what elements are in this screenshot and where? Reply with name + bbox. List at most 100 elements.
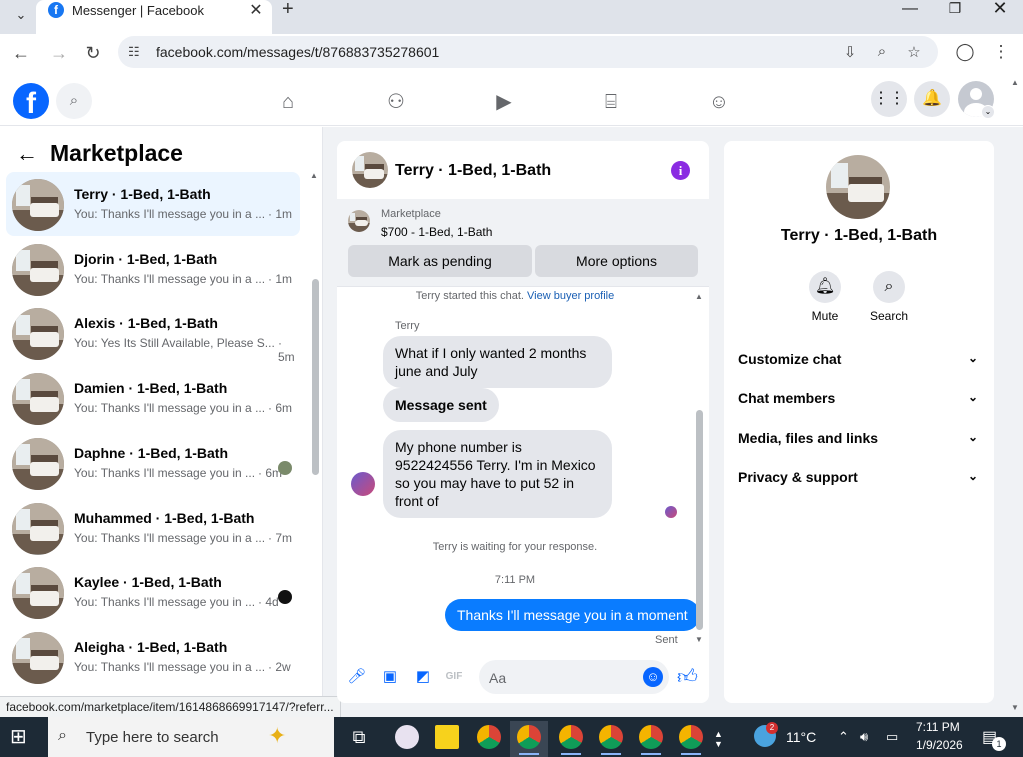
clock-date[interactable]: 1/9/2026 (916, 738, 963, 752)
mute-label: Mute (811, 309, 839, 323)
more-options-button[interactable]: More options (535, 245, 698, 277)
taskbar-chrome-profile-icon[interactable] (632, 721, 670, 757)
chat-scroll-up-icon[interactable]: ▲ (695, 292, 703, 301)
taskbar-search-placeholder: Type here to search (86, 729, 219, 746)
incoming-message-bubble[interactable]: What if I only wanted 2 months june and … (383, 336, 612, 388)
home-icon[interactable]: ⌂ (274, 88, 302, 116)
marketplace-icon[interactable]: ⌸ (597, 88, 625, 116)
page-scroll-up-icon[interactable]: ▲ (1011, 78, 1019, 87)
scroll-up-arrow-icon[interactable]: ▲ (310, 171, 318, 180)
conversation-item[interactable]: Kaylee · 1-Bed, 1-Bath You: Thanks I'll m… (6, 560, 300, 624)
incoming-message-bubble[interactable]: My phone number is 9522424556 Terry. I'm… (383, 430, 612, 518)
taskbar-chrome-profile-icon[interactable] (592, 721, 630, 757)
conversation-item[interactable]: Daphne · 1-Bed, 1-Bath You: Thanks I'll m… (6, 431, 300, 495)
conversation-preview: You: Thanks I'll message you in ... (74, 465, 256, 480)
mute-button[interactable]: 🔔︎ Mute (800, 271, 850, 323)
taskbar-app-paint[interactable] (388, 721, 426, 757)
taskbar-chrome-profile-icon[interactable] (672, 721, 710, 757)
customize-chat-row[interactable]: Customize chat ⌄ (738, 351, 980, 375)
conversation-item[interactable]: Terry · 1-Bed, 1-Bath You: Thanks I'll me… (6, 172, 300, 236)
details-avatar[interactable] (826, 155, 890, 219)
sender-avatar[interactable] (351, 472, 375, 496)
conversation-item[interactable]: Muhammed · 1-Bed, 1-Bath You: Thanks I'll… (6, 496, 300, 560)
mark-as-pending-button[interactable]: Mark as pending (348, 245, 532, 277)
reload-button[interactable]: ↻ (82, 42, 104, 64)
search-conversation-button[interactable]: ⌕ Search (864, 271, 914, 323)
network-icon[interactable]: ▭ (886, 729, 898, 745)
account-chevron-icon[interactable]: ⌄ (981, 105, 995, 119)
tab-close-icon[interactable]: ✕ (248, 0, 264, 20)
clock-time[interactable]: 7:11 PM (916, 720, 960, 734)
windows-start-icon[interactable]: ⊞ (10, 725, 34, 749)
menu-grid-button[interactable]: ⋮⋮ (871, 81, 907, 117)
conversation-name: Alexis · 1-Bed, 1-Bath (74, 315, 218, 332)
conversation-time: · 7m (268, 530, 292, 545)
outgoing-message-bubble[interactable]: Thanks I'll message you in a moment (445, 599, 700, 631)
tray-chevron-icon[interactable]: ⌃ (838, 729, 849, 745)
zoom-icon[interactable]: ⌕ (872, 43, 892, 60)
task-view-icon[interactable]: ⧉ (340, 721, 378, 757)
chat-scroll-down-icon[interactable]: ▼ (695, 635, 703, 644)
conversation-preview: You: Thanks I'll message you in a ... (74, 659, 266, 674)
browser-tabstrip: ⌄ f Messenger | Facebook ✕ + — ❐ ✕ (0, 0, 1023, 34)
window-minimize-button[interactable]: — (900, 0, 920, 18)
taskbar-chrome-profile-icon[interactable] (552, 721, 590, 757)
browser-menu-icon[interactable]: ⋮ (990, 42, 1012, 62)
bookmark-star-icon[interactable]: ☆ (904, 43, 924, 61)
notifications-bell-icon[interactable]: 🔔 (914, 81, 950, 117)
forward-button[interactable]: → (48, 42, 70, 64)
back-arrow-icon[interactable]: ← (16, 141, 38, 167)
info-icon[interactable]: i (671, 161, 690, 180)
window-close-button[interactable]: ✕ (990, 0, 1010, 19)
listing-price[interactable]: $700 - 1-Bed, 1-Bath (381, 225, 492, 239)
privacy-support-row[interactable]: Privacy & support ⌄ (738, 469, 980, 493)
chat-avatar[interactable] (352, 152, 388, 188)
chat-scrollbar[interactable] (696, 410, 703, 630)
emoji-icon[interactable]: ☺ (643, 667, 663, 687)
sticker-icon[interactable]: ◩ (413, 667, 433, 687)
conversation-avatar (12, 502, 64, 555)
window-maximize-button[interactable]: ❐ (945, 0, 965, 17)
facebook-search-button[interactable]: ⌕ (56, 83, 92, 119)
conversation-item[interactable]: Alexis · 1-Bed, 1-Bath You: Yes Its Still… (6, 301, 300, 365)
site-info-icon[interactable]: ☷ (128, 44, 140, 60)
photo-icon[interactable]: ▣ (380, 667, 400, 687)
taskbar-chrome-icon[interactable] (470, 721, 508, 757)
gif-icon[interactable]: GIF (444, 667, 464, 687)
back-button[interactable]: ← (10, 42, 32, 64)
taskbar-chrome-profile-icon[interactable] (510, 721, 548, 757)
url-text[interactable]: facebook.com/messages/t/876883735278601 (156, 44, 439, 60)
new-tab-button[interactable]: + (282, 0, 294, 19)
message-input[interactable]: Aa ☺ (479, 660, 669, 694)
like-thumb-icon[interactable]: 👍︎ (677, 665, 698, 689)
facebook-logo-icon[interactable]: f (13, 83, 49, 119)
taskbar-app-sticky-notes[interactable] (428, 721, 466, 757)
taskbar-search-box[interactable]: ⌕ Type here to search ✦ (48, 717, 334, 757)
conversation-item[interactable]: Damien · 1-Bed, 1-Bath You: Thanks I'll m… (6, 366, 300, 430)
install-app-icon[interactable]: ⇩ (840, 43, 860, 61)
conversation-time: · 1m (268, 207, 292, 221)
chat-members-row[interactable]: Chat members ⌄ (738, 390, 980, 414)
view-buyer-profile-link[interactable]: View buyer profile (527, 290, 614, 302)
video-icon[interactable]: ▶ (490, 88, 518, 116)
tab-search-dropdown[interactable]: ⌄ (10, 4, 32, 26)
groups-icon[interactable]: ☺ (705, 88, 733, 116)
chat-title[interactable]: Terry · 1-Bed, 1-Bath (395, 162, 551, 180)
taskbar-overflow-arrows[interactable]: ▲ ▼ (714, 729, 723, 749)
page-scroll-down-icon[interactable]: ▼ (1011, 703, 1019, 712)
address-bar[interactable]: ☷ facebook.com/messages/t/87688373527860… (118, 36, 938, 68)
chat-list-scrollbar[interactable] (312, 279, 319, 475)
media-files-links-row[interactable]: Media, files and links ⌄ (738, 430, 980, 454)
volume-icon[interactable]: 🔊︎ (860, 729, 868, 745)
section-label: Privacy & support (738, 469, 858, 485)
friends-icon[interactable]: ⚇ (382, 88, 410, 116)
browser-tab[interactable]: f Messenger | Facebook ✕ (36, 0, 272, 34)
microphone-icon[interactable]: 🎤︎ (347, 667, 367, 687)
incoming-message-bubble[interactable]: Message sent (383, 388, 499, 422)
marketplace-chat-list: ← Marketplace ▲ Terry · 1-Bed, 1-Bath You… (0, 127, 323, 717)
conversation-item[interactable]: Djorin · 1-Bed, 1-Bath You: Thanks I'll m… (6, 237, 300, 301)
conversation-item[interactable]: Aleigha · 1-Bed, 1-Bath You: Thanks I'll … (6, 625, 300, 689)
profile-icon[interactable]: ◯ (954, 42, 976, 62)
listing-thumbnail[interactable] (348, 210, 370, 232)
temperature[interactable]: 11°C (786, 729, 816, 745)
